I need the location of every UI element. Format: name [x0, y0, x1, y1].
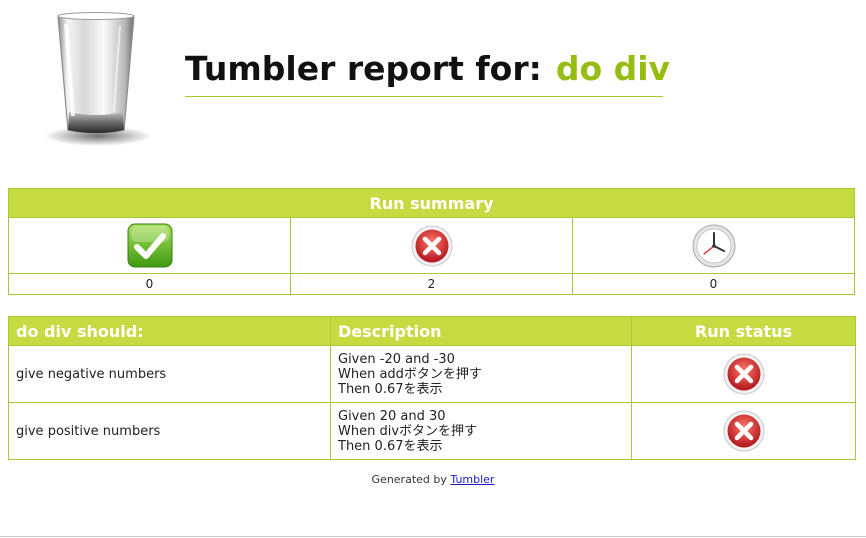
- scenario-name: give positive numbers: [8, 402, 331, 460]
- summary-passed-cell: [8, 217, 291, 274]
- summary-pending-cell: [572, 217, 855, 274]
- title-underline: [185, 96, 663, 97]
- project-name: do div: [555, 49, 671, 88]
- description-column-header: Description: [330, 316, 632, 346]
- bottom-divider: [0, 536, 866, 537]
- scenario-status: [631, 402, 856, 460]
- scenario-description: Given -20 and -30 When addボタンを押す Then 0.…: [330, 345, 632, 403]
- pending-count: 0: [572, 273, 855, 295]
- table-row: give negative numbers Given -20 and -30 …: [8, 345, 856, 403]
- description-line: Given 20 and 30: [338, 408, 446, 424]
- feature-column-header: do div should:: [8, 316, 331, 346]
- description-line: Given -20 and -30: [338, 351, 455, 367]
- tumbler-link[interactable]: Tumbler: [450, 473, 494, 486]
- report-header: Tumbler report for: do div: [0, 0, 866, 160]
- scenario-description: Given 20 and 30 When divボタンを押す Then 0.67…: [330, 402, 632, 460]
- summary-icon-row: [8, 217, 855, 274]
- status-column-header: Run status: [631, 316, 856, 346]
- scenario-name: give negative numbers: [8, 345, 331, 403]
- title-prefix: Tumbler report for:: [185, 49, 542, 88]
- check-icon: [127, 223, 172, 267]
- error-icon: [723, 410, 764, 452]
- page-title: Tumbler report for: do div: [185, 48, 670, 90]
- description-line: Then 0.67を表示: [338, 438, 443, 454]
- scenario-table: do div should: Description Run status gi…: [8, 316, 856, 460]
- glass-tumbler-icon: [40, 12, 152, 150]
- clock-icon: [692, 224, 735, 267]
- error-icon: [723, 353, 764, 395]
- table-row: give positive numbers Given 20 and 30 Wh…: [8, 402, 856, 460]
- error-icon: [411, 225, 452, 266]
- summary-failed-cell: [290, 217, 573, 274]
- description-line: When addボタンを押す: [338, 366, 482, 382]
- scenario-status: [631, 345, 856, 403]
- footer: Generated by Tumbler: [0, 473, 866, 486]
- scenario-header-row: do div should: Description Run status: [8, 316, 856, 346]
- run-summary-table: Run summary 0 2 0: [8, 188, 855, 295]
- passed-count: 0: [8, 273, 291, 295]
- failed-count: 2: [290, 273, 573, 295]
- description-line: When divボタンを押す: [338, 423, 478, 439]
- run-summary-heading: Run summary: [8, 188, 855, 218]
- summary-count-row: 0 2 0: [8, 273, 855, 295]
- description-line: Then 0.67を表示: [338, 381, 443, 397]
- footer-text: Generated by: [371, 473, 447, 486]
